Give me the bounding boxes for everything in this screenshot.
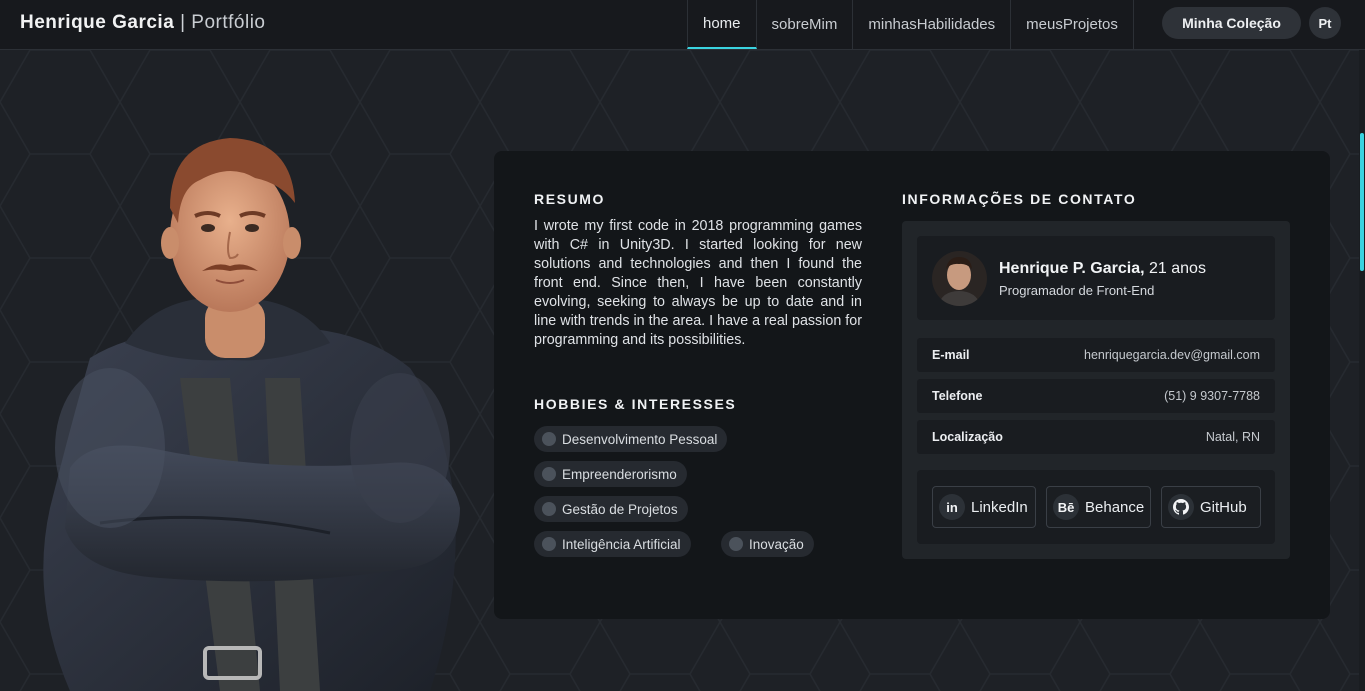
profile-full-name: Henrique P. Garcia, bbox=[999, 260, 1145, 277]
profile-role: Programador de Front-End bbox=[999, 283, 1155, 298]
tab-home[interactable]: home bbox=[687, 0, 757, 49]
bullet-dot-icon bbox=[542, 502, 556, 516]
social-links: in LinkedIn Bē Behance GitHub bbox=[917, 470, 1275, 544]
hobby-label: Desenvolvimento Pessoal bbox=[562, 431, 718, 447]
bullet-dot-icon bbox=[729, 537, 743, 551]
linkedin-icon: in bbox=[939, 494, 965, 520]
hobby-chip: Empreenderorismo bbox=[534, 461, 687, 487]
social-label: LinkedIn bbox=[971, 498, 1028, 516]
contact-row-location: Localização Natal, RN bbox=[917, 420, 1275, 454]
contact-row-phone: Telefone (51) 9 9307-7788 bbox=[917, 379, 1275, 413]
scrollbar-thumb[interactable] bbox=[1360, 133, 1364, 271]
about-card: RESUMO I wrote my first code in 2018 pro… bbox=[494, 151, 1330, 619]
hobbies-title: HOBBIES & INTERESSES bbox=[534, 396, 737, 412]
hobby-label: Empreenderorismo bbox=[562, 466, 677, 482]
profile-card: Henrique P. Garcia, 21 anos Programador … bbox=[917, 236, 1275, 320]
top-navbar: Henrique Garcia | Portfólio home sobreMi… bbox=[0, 0, 1365, 50]
social-label: GitHub bbox=[1200, 498, 1247, 516]
contact-panel: Henrique P. Garcia, 21 anos Programador … bbox=[902, 221, 1290, 559]
github-icon bbox=[1168, 494, 1194, 520]
bullet-dot-icon bbox=[542, 467, 556, 481]
github-button[interactable]: GitHub bbox=[1161, 486, 1261, 528]
brand-name: Henrique Garcia bbox=[20, 12, 175, 33]
nav-tabs: home sobreMim minhasHabilidades meusProj… bbox=[687, 0, 1134, 50]
avatar-3d-illustration bbox=[43, 138, 460, 691]
hobby-chip: Desenvolvimento Pessoal bbox=[534, 426, 728, 452]
language-button[interactable]: Pt bbox=[1309, 7, 1341, 39]
brand-separator: | bbox=[180, 12, 186, 33]
hobby-chip: Gestão de Projetos bbox=[534, 496, 688, 522]
social-label: Behance bbox=[1085, 498, 1145, 516]
behance-button[interactable]: Bē Behance bbox=[1046, 486, 1151, 528]
tab-sobre-mim[interactable]: sobreMim bbox=[757, 0, 854, 49]
hobby-chip: Inteligência Artificial bbox=[534, 531, 691, 557]
brand-subtitle: Portfólio bbox=[191, 12, 266, 33]
contact-title: INFORMAÇÕES DE CONTATO bbox=[902, 191, 1137, 207]
brand-title[interactable]: Henrique Garcia | Portfólio bbox=[20, 12, 265, 34]
summary-text: I wrote my first code in 2018 programmin… bbox=[534, 218, 862, 348]
bullet-dot-icon bbox=[542, 432, 556, 446]
behance-icon: Bē bbox=[1053, 494, 1079, 520]
contact-row-label: E-mail bbox=[932, 348, 970, 362]
tab-minhas-habilidades[interactable]: minhasHabilidades bbox=[853, 0, 1012, 49]
linkedin-button[interactable]: in LinkedIn bbox=[932, 486, 1036, 528]
contact-row-value: Natal, RN bbox=[1205, 430, 1260, 444]
hobby-label: Gestão de Projetos bbox=[562, 501, 678, 517]
tab-meus-projetos[interactable]: meusProjetos bbox=[1011, 0, 1134, 49]
contact-row-value[interactable]: henriquegarcia.dev@gmail.com bbox=[1084, 348, 1260, 362]
profile-age: 21 anos bbox=[1149, 260, 1206, 277]
my-collection-button[interactable]: Minha Coleção bbox=[1162, 7, 1301, 39]
summary-title: RESUMO bbox=[534, 191, 606, 207]
contact-row-value[interactable]: (51) 9 9307-7788 bbox=[1164, 389, 1260, 403]
contact-row-label: Localização bbox=[932, 430, 1003, 444]
profile-name: Henrique P. Garcia, 21 anos bbox=[999, 260, 1206, 278]
hobby-label: Inteligência Artificial bbox=[562, 536, 681, 552]
hobby-chip: Inovação bbox=[721, 531, 814, 557]
hobby-label: Inovação bbox=[749, 536, 804, 552]
avatar bbox=[932, 251, 987, 306]
contact-row-email: E-mail henriquegarcia.dev@gmail.com bbox=[917, 338, 1275, 372]
contact-row-label: Telefone bbox=[932, 389, 983, 403]
bullet-dot-icon bbox=[542, 537, 556, 551]
